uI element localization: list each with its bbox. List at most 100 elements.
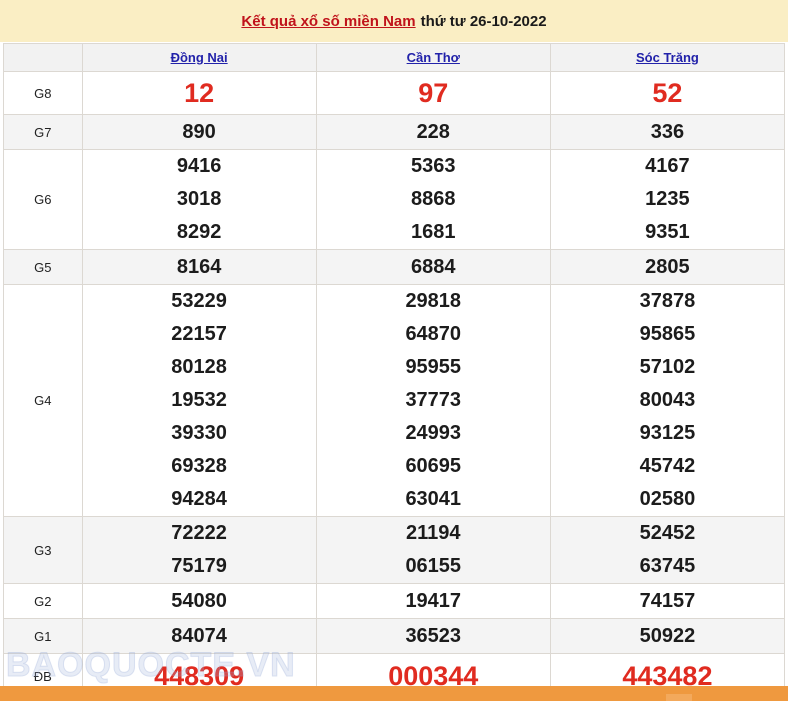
results-table-wrap: Đồng Nai Cần Thơ Sóc Trăng G8 12 97 52 G7 890… — [0, 42, 788, 699]
corner-cell — [3, 43, 83, 72]
prize-cell: 84074 — [81, 618, 317, 654]
prize-number: 80128 — [171, 356, 227, 378]
table-body: G8 12 97 52 G7 890 228 336 G6 9416 3018 8292 5363 886… — [3, 71, 786, 699]
table-header: Đồng Nai Cần Thơ Sóc Trăng — [3, 43, 786, 72]
prize-cell: 5363 8868 1681 — [315, 149, 551, 250]
prize-cell: 8164 — [81, 249, 317, 285]
prize-cell: 29818 64870 95955 37773 24993 60695 63041 — [315, 284, 551, 517]
prize-number: 80043 — [639, 389, 696, 411]
prize-number: 94284 — [171, 488, 227, 510]
table-row: G5 8164 6884 2805 — [3, 249, 786, 285]
column-header-dong-nai: Đồng Nai — [81, 43, 317, 72]
table-row: G1 84074 36523 50922 — [3, 618, 786, 654]
prize-number: 50922 — [639, 624, 696, 647]
lottery-results-page: Kết quả xổ số miền Nam thứ tư 26-10-2022… — [0, 0, 788, 701]
prize-cell: 4167 1235 9351 — [549, 149, 786, 250]
prize-number: 63745 — [639, 555, 696, 577]
prize-number: 39330 — [171, 422, 227, 444]
results-title-link[interactable]: Kết quả xổ số miền Nam — [241, 13, 415, 30]
prize-cell: 2805 — [549, 249, 786, 285]
prize-number: 95865 — [639, 323, 696, 345]
prize-number: 75179 — [171, 555, 227, 577]
prize-cell: 54080 — [81, 583, 317, 619]
prize-number: 45742 — [639, 455, 696, 477]
prize-number: 21194 — [406, 522, 461, 544]
prize-label-g1: G1 — [3, 618, 83, 654]
prize-cell: 21194 06155 — [315, 516, 551, 584]
prize-label-g4: G4 — [3, 284, 83, 517]
prize-number: 6884 — [411, 255, 456, 278]
header-row: Đồng Nai Cần Thơ Sóc Trăng — [3, 43, 786, 72]
prize-number: 52452 — [639, 522, 696, 544]
prize-number: 64870 — [405, 323, 462, 345]
prize-label-g5: G5 — [3, 249, 83, 285]
prize-cell: 74157 — [549, 583, 786, 619]
prize-number: 8292 — [176, 221, 222, 243]
prize-number: 1681 — [411, 221, 456, 243]
prize-number: 19532 — [171, 389, 227, 411]
province-link-can-tho[interactable]: Cần Thơ — [407, 50, 460, 65]
prize-number: 5363 — [411, 155, 456, 177]
prize-label-g2: G2 — [3, 583, 83, 619]
province-link-soc-trang[interactable]: Sóc Trăng — [636, 50, 699, 65]
bottom-bar-mark — [666, 694, 692, 701]
prize-number: 72222 — [171, 522, 227, 544]
prize-cell: 890 — [81, 114, 317, 150]
table-row: G8 12 97 52 — [3, 71, 786, 115]
prize-cell: 12 — [81, 71, 317, 115]
prize-cell: 9416 3018 8292 — [81, 149, 317, 250]
prize-number: 74157 — [639, 589, 696, 612]
prize-number: 8868 — [411, 188, 456, 210]
prize-number: 52 — [652, 78, 683, 108]
prize-cell: 6884 — [315, 249, 551, 285]
prize-cell: 336 — [549, 114, 786, 150]
table-row: G3 72222 75179 21194 06155 52452 63745 — [3, 516, 786, 584]
prize-number: 336 — [650, 120, 685, 143]
prize-number: 02580 — [639, 488, 696, 510]
prize-label-g6: G6 — [3, 149, 83, 250]
column-header-soc-trang: Sóc Trăng — [549, 43, 786, 72]
prize-label-g8: G8 — [3, 71, 83, 115]
prize-cell: 37878 95865 57102 80043 93125 45742 02580 — [549, 284, 786, 517]
prize-number: 97 — [418, 78, 449, 108]
page-title-banner: Kết quả xổ số miền Nam thứ tư 26-10-2022 — [0, 0, 788, 42]
prize-number: 69328 — [171, 455, 227, 477]
prize-number: 4167 — [645, 155, 690, 177]
results-date-text: thứ tư 26-10-2022 — [420, 12, 547, 30]
prize-cell: 52 — [549, 71, 786, 115]
prize-cell: 19417 — [315, 583, 551, 619]
lottery-results-table: Đồng Nai Cần Thơ Sóc Trăng G8 12 97 52 G7 890… — [3, 43, 786, 699]
prize-number: 95955 — [405, 356, 462, 378]
table-row: G7 890 228 336 — [3, 114, 786, 150]
prize-number: 9351 — [645, 221, 690, 243]
prize-number: 53229 — [171, 290, 227, 312]
bottom-accent-bar — [0, 686, 788, 701]
prize-number: 63041 — [405, 488, 462, 510]
prize-number: 2805 — [645, 255, 690, 278]
prize-number: 12 — [184, 78, 215, 108]
prize-number: 54080 — [171, 589, 227, 612]
prize-number: 3018 — [176, 188, 222, 210]
prize-number: 37773 — [405, 389, 462, 411]
province-link-dong-nai[interactable]: Đồng Nai — [171, 50, 228, 65]
prize-cell: 97 — [315, 71, 551, 115]
prize-cell: 53229 22157 80128 19532 39330 69328 94284 — [81, 284, 317, 517]
prize-cell: 72222 75179 — [81, 516, 317, 584]
prize-number: 36523 — [405, 624, 462, 647]
prize-number: 19417 — [405, 589, 462, 612]
prize-number: 8164 — [176, 255, 222, 278]
column-header-can-tho: Cần Thơ — [315, 43, 551, 72]
prize-number: 37878 — [639, 290, 696, 312]
prize-number: 228 — [416, 120, 450, 143]
prize-number: 60695 — [405, 455, 462, 477]
prize-number: 22157 — [171, 323, 227, 345]
prize-number: 890 — [182, 120, 216, 143]
prize-number: 57102 — [639, 356, 696, 378]
table-row: G6 9416 3018 8292 5363 8868 1681 4167 1235 9351 — [3, 149, 786, 250]
prize-cell: 52452 63745 — [549, 516, 786, 584]
prize-number: 84074 — [171, 624, 227, 647]
prize-cell: 228 — [315, 114, 551, 150]
prize-cell: 50922 — [549, 618, 786, 654]
prize-number: 29818 — [405, 290, 462, 312]
prize-number: 24993 — [405, 422, 462, 444]
